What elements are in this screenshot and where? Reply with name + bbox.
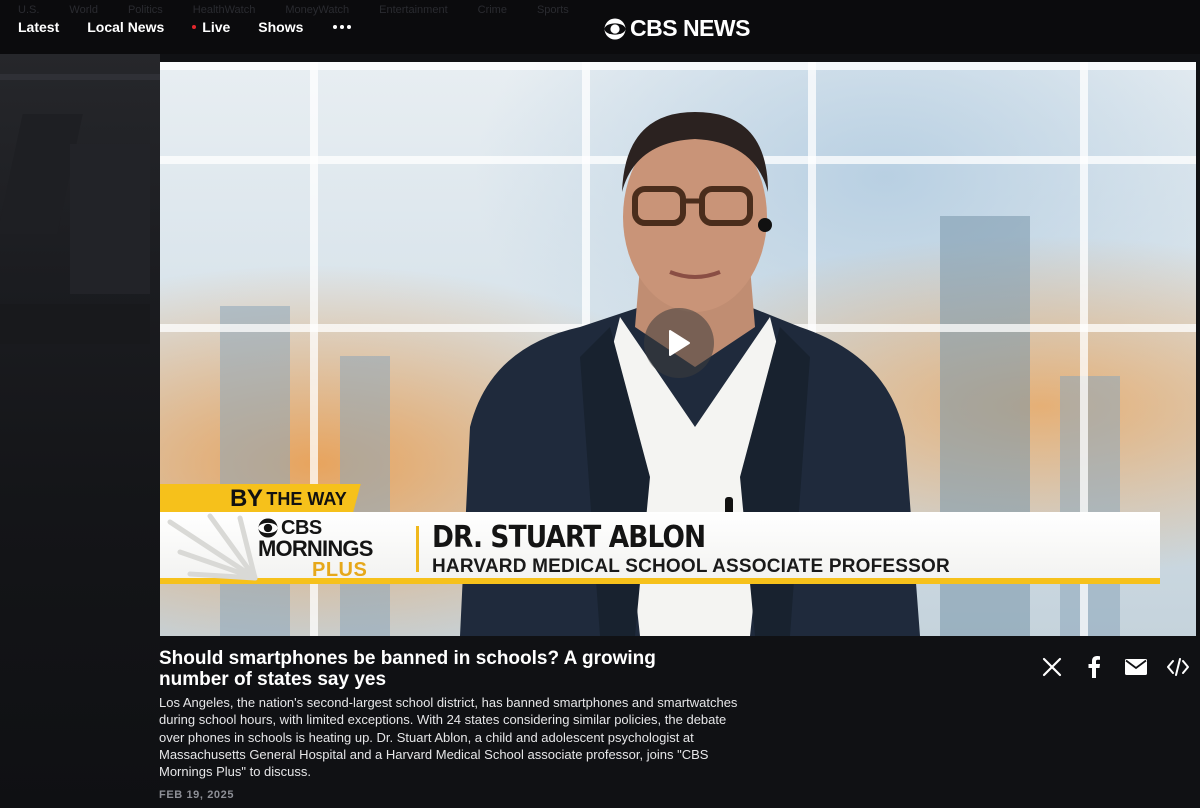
video-summary: Los Angeles, the nation's second-largest… (159, 695, 738, 780)
facebook-icon (1088, 656, 1100, 678)
show-logo-line2: MORNINGS (258, 536, 373, 561)
show-logo-line3: PLUS (312, 559, 368, 581)
publish-date: FEB 19, 2025 (159, 789, 235, 801)
share-embed-button[interactable] (1166, 655, 1190, 679)
section-link[interactable]: Entertainment (379, 4, 447, 16)
section-link[interactable]: HealthWatch (193, 4, 256, 16)
more-dots-icon[interactable] (333, 25, 352, 29)
nav-shows[interactable]: Shows (258, 19, 303, 35)
share-toolbar (1040, 655, 1190, 679)
show-logo-line1: CBS (281, 517, 322, 539)
share-email-button[interactable] (1124, 655, 1148, 679)
background-image (0, 54, 160, 808)
section-link[interactable]: Politics (128, 4, 163, 16)
top-navigation: U.S. World Politics HealthWatch MoneyWat… (0, 0, 1200, 54)
section-link[interactable]: U.S. (18, 4, 39, 16)
play-button[interactable] (644, 308, 714, 378)
live-indicator-icon (192, 25, 197, 29)
share-x-button[interactable] (1040, 655, 1064, 679)
nav-live-label: Live (202, 19, 231, 35)
video-headline: Should smartphones be banned in schools?… (159, 648, 656, 690)
main-nav: Latest Local News Live Shows (18, 19, 352, 35)
section-nav-ghost: U.S. World Politics HealthWatch MoneyWat… (18, 4, 569, 16)
lower-third: CBS MORNINGS PLUS DR. STUART ABLON HARVA… (160, 512, 1160, 584)
show-logo: CBS MORNINGS PLUS (258, 518, 373, 580)
brand-name: CBS NEWS (630, 15, 750, 41)
section-link[interactable]: MoneyWatch (285, 4, 349, 16)
share-facebook-button[interactable] (1082, 655, 1106, 679)
nav-local-news[interactable]: Local News (87, 19, 164, 35)
segment-tab-small: THE WAY (266, 488, 347, 509)
cbs-eye-icon (258, 518, 278, 538)
x-icon (1042, 657, 1062, 677)
video-player[interactable]: BY THE WAY CBS MORNINGS PLUS DR. STUART … (160, 62, 1196, 636)
guest-title: HARVARD MEDICAL SCHOOL ASSOCIATE PROFESS… (432, 556, 950, 577)
lower-third-divider (416, 526, 419, 572)
embed-icon (1167, 658, 1189, 676)
sunburst-graphic (167, 513, 258, 581)
email-icon (1125, 659, 1147, 675)
segment-tab-big: BY (230, 485, 263, 512)
cbs-eye-icon (604, 18, 626, 39)
cbs-news-logo[interactable]: CBS NEWS (604, 15, 750, 42)
nav-live[interactable]: Live (192, 19, 230, 35)
section-link[interactable]: Sports (537, 4, 569, 16)
nav-latest[interactable]: Latest (18, 19, 59, 35)
play-icon (669, 330, 690, 356)
section-link[interactable]: Crime (478, 4, 507, 16)
segment-tab: BY THE WAY (160, 484, 361, 514)
section-link[interactable]: World (69, 4, 98, 16)
guest-name: DR. STUART ABLON (432, 520, 706, 555)
